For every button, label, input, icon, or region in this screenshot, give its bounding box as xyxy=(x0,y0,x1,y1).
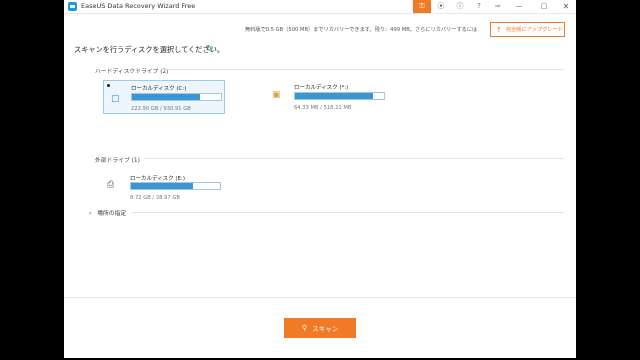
title-bar: EaseUS Data Recovery Wizard Free ⚿ ⦿ ⓘ ?… xyxy=(64,0,576,14)
drive-name: ローカルディスク (*:) xyxy=(294,85,349,91)
help-icon[interactable]: ? xyxy=(470,0,488,13)
drive-size: 222.90 GB / 930.91 GB xyxy=(131,106,191,112)
section-divider xyxy=(144,158,564,159)
scan-label: スキャン xyxy=(312,325,339,333)
key-icon[interactable]: ⚿ xyxy=(413,0,431,13)
drive-c[interactable]: ▢ ローカルディスク (C:) 222.90 GB / 930.91 GB xyxy=(103,80,225,114)
minimize-icon[interactable]: — xyxy=(510,0,528,13)
selected-indicator xyxy=(107,84,110,87)
upgrade-button[interactable]: ↑ 完全版にアップグレード xyxy=(490,22,565,37)
maximize-icon[interactable]: □ xyxy=(535,0,553,13)
usb-drive-icon: ⎙ xyxy=(107,180,115,190)
usage-bar-fill xyxy=(132,94,200,100)
refresh-icon[interactable]: ↻ xyxy=(206,44,214,54)
search-icon: ⚲ xyxy=(301,324,308,332)
external-section-label: 外部ドライブ (1) xyxy=(95,158,140,164)
windows-drive-icon: ▢ xyxy=(111,94,120,104)
drive-name: ローカルディスク (C:) xyxy=(131,86,187,92)
drive-size: 64.33 MB / 518.21 MB xyxy=(294,105,352,111)
app-window: EaseUS Data Recovery Wizard Free ⚿ ⦿ ⓘ ?… xyxy=(64,0,576,358)
locate-section[interactable]: › 場所の指定 xyxy=(89,208,126,217)
usage-bar xyxy=(131,93,222,101)
chevron-right-icon: › xyxy=(89,211,92,217)
drive-unknown[interactable]: ▣ ローカルディスク (*:) 64.33 MB / 518.21 MB xyxy=(269,80,391,114)
upgrade-label: 完全版にアップグレード xyxy=(505,27,563,33)
drive-e[interactable]: ⎙ ローカルディスク (E:) 8.72 GB / 28.97 GB xyxy=(103,171,225,205)
exit-icon[interactable]: ⇨ xyxy=(489,0,507,13)
window-title: EaseUS Data Recovery Wizard Free xyxy=(81,2,196,10)
footer-divider xyxy=(64,297,576,298)
usage-bar-fill xyxy=(295,93,374,99)
page-heading: スキャンを行うディスクを選択してください。 xyxy=(74,45,225,54)
hard-disk-icon: ▣ xyxy=(272,90,281,100)
usage-bar xyxy=(130,182,221,190)
close-icon[interactable]: ✕ xyxy=(557,0,575,13)
scan-button[interactable]: ⚲ スキャン xyxy=(284,318,356,338)
usage-bar xyxy=(294,92,385,100)
app-logo-icon xyxy=(68,2,77,11)
trial-limit-text: 無料版で0.5 GB（500 MB）までリカバリーできます。残り：499 MB。… xyxy=(245,27,478,33)
arrow-up-icon: ↑ xyxy=(496,25,502,34)
info-icon[interactable]: ⓘ xyxy=(451,0,469,13)
drive-size: 8.72 GB / 28.97 GB xyxy=(130,195,180,201)
section-divider xyxy=(131,212,564,213)
usage-bar-fill xyxy=(131,183,194,189)
locate-label: 場所の指定 xyxy=(97,211,127,217)
section-divider xyxy=(164,69,564,70)
drive-name: ローカルディスク (E:) xyxy=(130,176,185,182)
share-icon[interactable]: ⦿ xyxy=(432,0,450,13)
hard-disk-section-label: ハードディスクドライブ (2) xyxy=(95,69,169,75)
